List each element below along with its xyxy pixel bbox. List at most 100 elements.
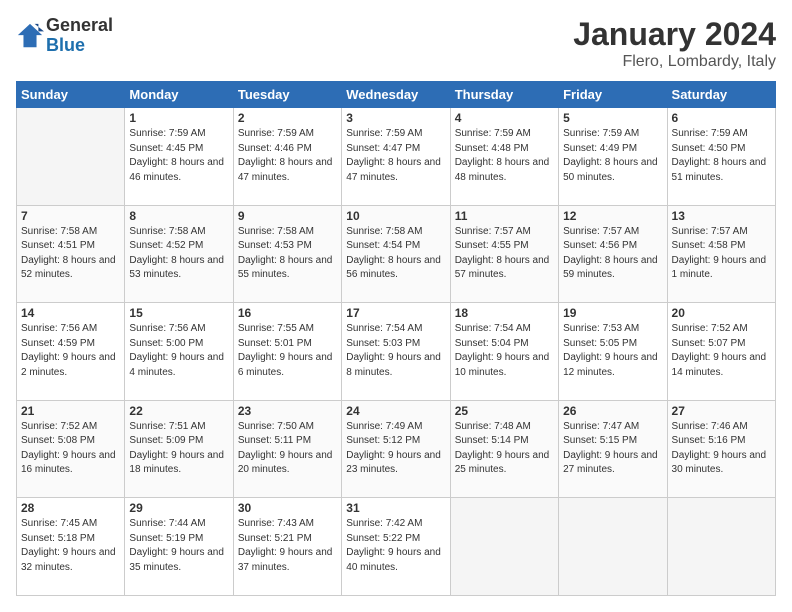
- day-info: Sunrise: 7:47 AMSunset: 5:15 PMDaylight:…: [563, 420, 662, 478]
- day-info: Sunrise: 7:58 AMSunset: 4:54 PMDaylight:…: [346, 225, 445, 283]
- day-info: Sunrise: 7:59 AMSunset: 4:48 PMDaylight:…: [455, 127, 554, 185]
- calendar-week-row: 28 Sunrise: 7:45 AMSunset: 5:18 PMDaylig…: [17, 498, 776, 596]
- day-info: Sunrise: 7:52 AMSunset: 5:08 PMDaylight:…: [21, 420, 120, 478]
- day-number: 29: [129, 501, 228, 515]
- calendar-day: 9 Sunrise: 7:58 AMSunset: 4:53 PMDayligh…: [233, 205, 341, 303]
- day-info: Sunrise: 7:49 AMSunset: 5:12 PMDaylight:…: [346, 420, 445, 478]
- day-number: 8: [129, 209, 228, 223]
- logo-blue: Blue: [46, 36, 113, 56]
- calendar-day: 5 Sunrise: 7:59 AMSunset: 4:49 PMDayligh…: [559, 108, 667, 206]
- calendar-day: 11 Sunrise: 7:57 AMSunset: 4:55 PMDaylig…: [450, 205, 558, 303]
- day-info: Sunrise: 7:58 AMSunset: 4:52 PMDaylight:…: [129, 225, 228, 283]
- calendar-day: 22 Sunrise: 7:51 AMSunset: 5:09 PMDaylig…: [125, 400, 233, 498]
- day-info: Sunrise: 7:58 AMSunset: 4:53 PMDaylight:…: [238, 225, 337, 283]
- location: Flero, Lombardy, Italy: [573, 53, 776, 71]
- day-number: 3: [346, 111, 445, 125]
- day-number: 28: [21, 501, 120, 515]
- calendar-day: 12 Sunrise: 7:57 AMSunset: 4:56 PMDaylig…: [559, 205, 667, 303]
- day-number: 24: [346, 404, 445, 418]
- calendar-day: 23 Sunrise: 7:50 AMSunset: 5:11 PMDaylig…: [233, 400, 341, 498]
- day-number: 7: [21, 209, 120, 223]
- calendar-body: 1 Sunrise: 7:59 AMSunset: 4:45 PMDayligh…: [17, 108, 776, 596]
- day-number: 19: [563, 306, 662, 320]
- calendar-day: 8 Sunrise: 7:58 AMSunset: 4:52 PMDayligh…: [125, 205, 233, 303]
- calendar-week-row: 14 Sunrise: 7:56 AMSunset: 4:59 PMDaylig…: [17, 303, 776, 401]
- day-number: 18: [455, 306, 554, 320]
- calendar-day: 14 Sunrise: 7:56 AMSunset: 4:59 PMDaylig…: [17, 303, 125, 401]
- day-info: Sunrise: 7:51 AMSunset: 5:09 PMDaylight:…: [129, 420, 228, 478]
- calendar-day: 20 Sunrise: 7:52 AMSunset: 5:07 PMDaylig…: [667, 303, 775, 401]
- calendar-day: 30 Sunrise: 7:43 AMSunset: 5:21 PMDaylig…: [233, 498, 341, 596]
- day-info: Sunrise: 7:59 AMSunset: 4:49 PMDaylight:…: [563, 127, 662, 185]
- day-number: 17: [346, 306, 445, 320]
- logo: General Blue: [16, 16, 113, 56]
- day-info: Sunrise: 7:56 AMSunset: 5:00 PMDaylight:…: [129, 322, 228, 380]
- calendar-day: 15 Sunrise: 7:56 AMSunset: 5:00 PMDaylig…: [125, 303, 233, 401]
- calendar-day: 4 Sunrise: 7:59 AMSunset: 4:48 PMDayligh…: [450, 108, 558, 206]
- day-info: Sunrise: 7:57 AMSunset: 4:56 PMDaylight:…: [563, 225, 662, 283]
- calendar-day: 26 Sunrise: 7:47 AMSunset: 5:15 PMDaylig…: [559, 400, 667, 498]
- day-number: 9: [238, 209, 337, 223]
- day-info: Sunrise: 7:56 AMSunset: 4:59 PMDaylight:…: [21, 322, 120, 380]
- day-number: 26: [563, 404, 662, 418]
- calendar-day: 17 Sunrise: 7:54 AMSunset: 5:03 PMDaylig…: [342, 303, 450, 401]
- day-info: Sunrise: 7:48 AMSunset: 5:14 PMDaylight:…: [455, 420, 554, 478]
- calendar-day: 10 Sunrise: 7:58 AMSunset: 4:54 PMDaylig…: [342, 205, 450, 303]
- day-number: 6: [672, 111, 771, 125]
- calendar: SundayMondayTuesdayWednesdayThursdayFrid…: [16, 81, 776, 596]
- day-info: Sunrise: 7:50 AMSunset: 5:11 PMDaylight:…: [238, 420, 337, 478]
- day-number: 15: [129, 306, 228, 320]
- day-number: 13: [672, 209, 771, 223]
- day-number: 16: [238, 306, 337, 320]
- day-info: Sunrise: 7:46 AMSunset: 5:16 PMDaylight:…: [672, 420, 771, 478]
- header: General Blue January 2024 Flero, Lombard…: [16, 16, 776, 71]
- calendar-day: 25 Sunrise: 7:48 AMSunset: 5:14 PMDaylig…: [450, 400, 558, 498]
- calendar-day: 13 Sunrise: 7:57 AMSunset: 4:58 PMDaylig…: [667, 205, 775, 303]
- weekday-header: Monday: [125, 82, 233, 108]
- calendar-day: 28 Sunrise: 7:45 AMSunset: 5:18 PMDaylig…: [17, 498, 125, 596]
- day-info: Sunrise: 7:42 AMSunset: 5:22 PMDaylight:…: [346, 517, 445, 575]
- calendar-week-row: 1 Sunrise: 7:59 AMSunset: 4:45 PMDayligh…: [17, 108, 776, 206]
- weekday-header: Friday: [559, 82, 667, 108]
- calendar-week-row: 21 Sunrise: 7:52 AMSunset: 5:08 PMDaylig…: [17, 400, 776, 498]
- calendar-day: 21 Sunrise: 7:52 AMSunset: 5:08 PMDaylig…: [17, 400, 125, 498]
- day-info: Sunrise: 7:59 AMSunset: 4:46 PMDaylight:…: [238, 127, 337, 185]
- weekday-header: Sunday: [17, 82, 125, 108]
- calendar-day: [559, 498, 667, 596]
- day-number: 23: [238, 404, 337, 418]
- calendar-day: 2 Sunrise: 7:59 AMSunset: 4:46 PMDayligh…: [233, 108, 341, 206]
- day-info: Sunrise: 7:45 AMSunset: 5:18 PMDaylight:…: [21, 517, 120, 575]
- day-number: 14: [21, 306, 120, 320]
- calendar-day: 27 Sunrise: 7:46 AMSunset: 5:16 PMDaylig…: [667, 400, 775, 498]
- day-number: 22: [129, 404, 228, 418]
- day-info: Sunrise: 7:59 AMSunset: 4:47 PMDaylight:…: [346, 127, 445, 185]
- day-info: Sunrise: 7:58 AMSunset: 4:51 PMDaylight:…: [21, 225, 120, 283]
- calendar-day: 24 Sunrise: 7:49 AMSunset: 5:12 PMDaylig…: [342, 400, 450, 498]
- title-block: January 2024 Flero, Lombardy, Italy: [573, 16, 776, 71]
- day-number: 5: [563, 111, 662, 125]
- calendar-week-row: 7 Sunrise: 7:58 AMSunset: 4:51 PMDayligh…: [17, 205, 776, 303]
- calendar-day: [17, 108, 125, 206]
- calendar-day: 16 Sunrise: 7:55 AMSunset: 5:01 PMDaylig…: [233, 303, 341, 401]
- weekday-header: Saturday: [667, 82, 775, 108]
- logo-text: General Blue: [46, 16, 113, 56]
- day-number: 1: [129, 111, 228, 125]
- calendar-day: 7 Sunrise: 7:58 AMSunset: 4:51 PMDayligh…: [17, 205, 125, 303]
- day-info: Sunrise: 7:43 AMSunset: 5:21 PMDaylight:…: [238, 517, 337, 575]
- day-info: Sunrise: 7:52 AMSunset: 5:07 PMDaylight:…: [672, 322, 771, 380]
- day-number: 21: [21, 404, 120, 418]
- calendar-day: [667, 498, 775, 596]
- calendar-header: SundayMondayTuesdayWednesdayThursdayFrid…: [17, 82, 776, 108]
- page: General Blue January 2024 Flero, Lombard…: [0, 0, 792, 612]
- month-title: January 2024: [573, 16, 776, 53]
- day-number: 11: [455, 209, 554, 223]
- weekday-header: Thursday: [450, 82, 558, 108]
- calendar-day: 18 Sunrise: 7:54 AMSunset: 5:04 PMDaylig…: [450, 303, 558, 401]
- day-info: Sunrise: 7:54 AMSunset: 5:03 PMDaylight:…: [346, 322, 445, 380]
- day-info: Sunrise: 7:55 AMSunset: 5:01 PMDaylight:…: [238, 322, 337, 380]
- day-number: 30: [238, 501, 337, 515]
- calendar-day: 19 Sunrise: 7:53 AMSunset: 5:05 PMDaylig…: [559, 303, 667, 401]
- calendar-day: 3 Sunrise: 7:59 AMSunset: 4:47 PMDayligh…: [342, 108, 450, 206]
- day-number: 10: [346, 209, 445, 223]
- day-number: 25: [455, 404, 554, 418]
